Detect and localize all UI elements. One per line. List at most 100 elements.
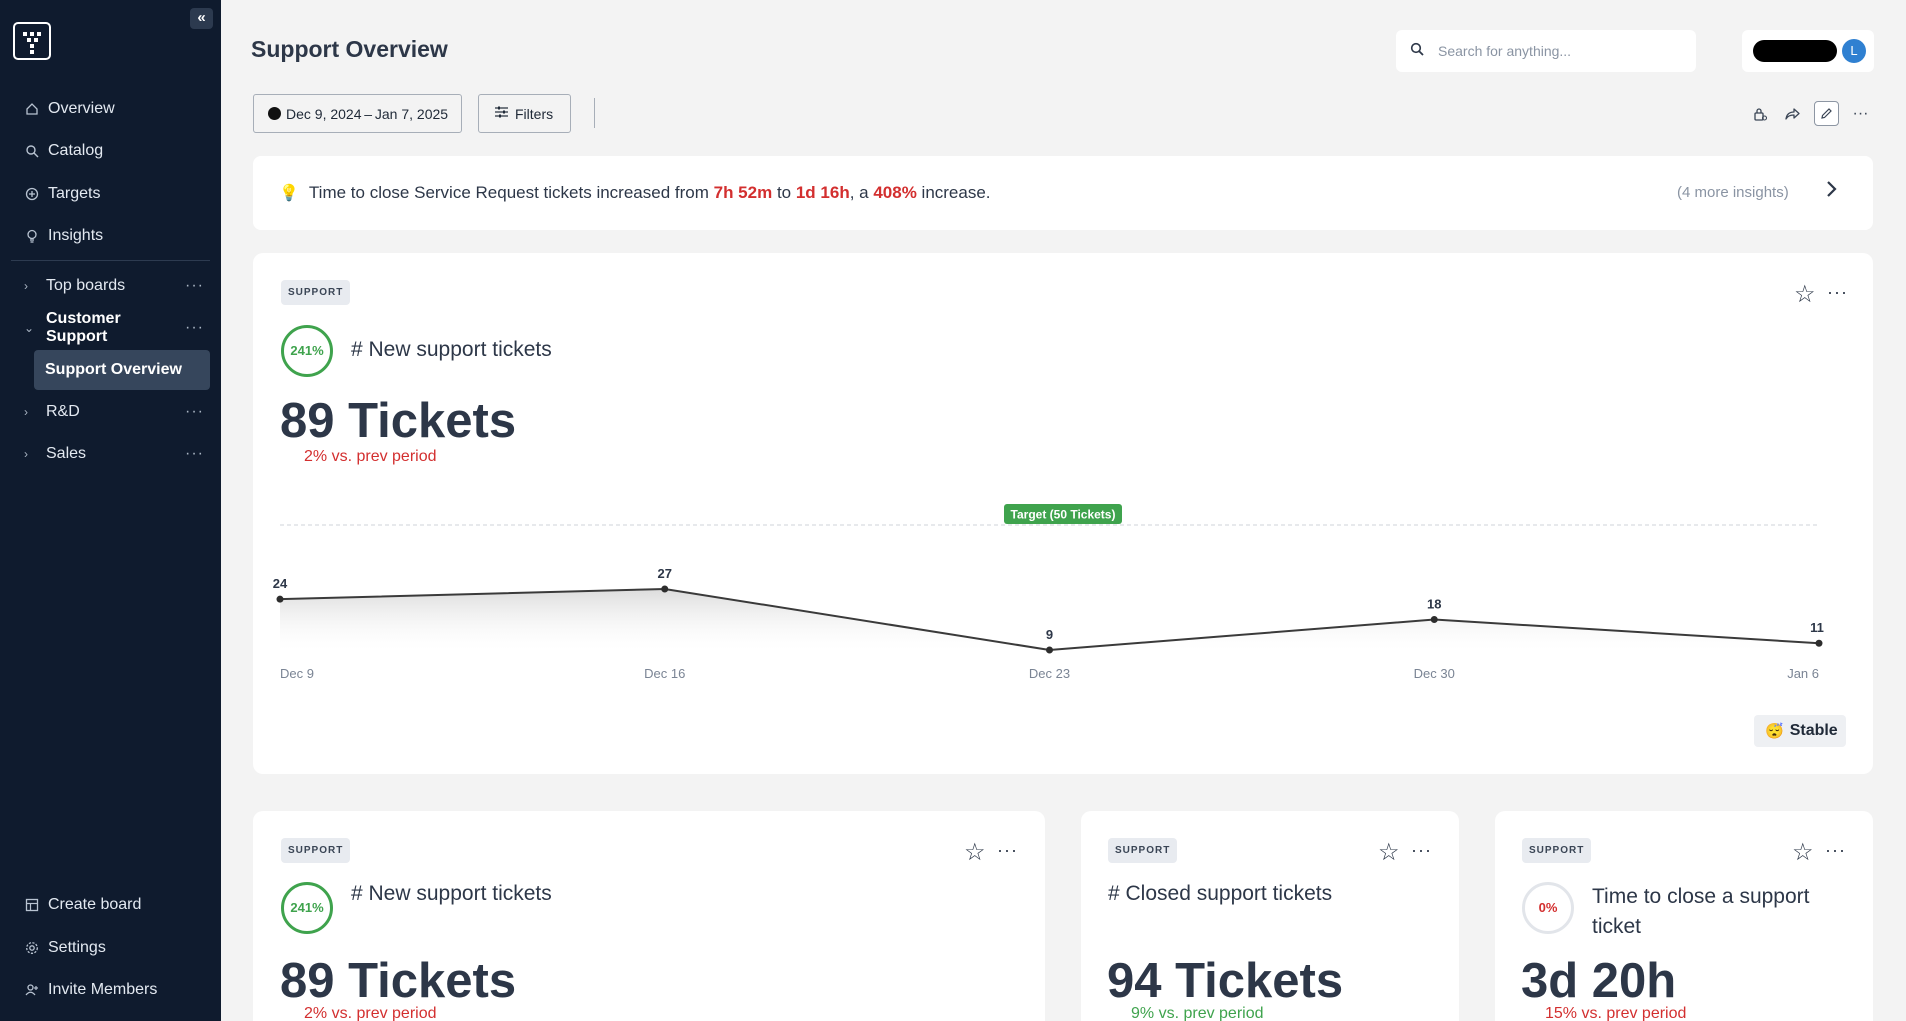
metric-value: 89 Tickets — [280, 954, 517, 1008]
metric-card-closed-tickets[interactable]: SUPPORT ☆ ··· # Closed support tickets 9… — [1081, 811, 1459, 1021]
more-options-icon[interactable]: ··· — [1848, 101, 1873, 126]
insight-text-part: Time to close Service Request tickets in… — [308, 183, 714, 202]
lock-share-icon[interactable] — [1747, 101, 1772, 126]
user-name-redacted — [1753, 40, 1837, 62]
insight-text: Time to close Service Request tickets in… — [309, 183, 991, 203]
sidebar-divider — [11, 260, 210, 261]
more-options-icon[interactable]: ··· — [997, 840, 1018, 861]
sidebar-group-label: Top boards — [46, 277, 126, 294]
more-options-icon[interactable]: ··· — [1825, 840, 1846, 861]
x-tick-label: Dec 16 — [644, 666, 685, 681]
chevron-right-icon: › — [24, 405, 28, 419]
x-tick-label: Jan 6 — [1787, 666, 1819, 681]
sidebar-item-targets[interactable]: Targets — [24, 182, 100, 206]
more-options-icon[interactable]: ··· — [1411, 840, 1432, 861]
edit-icon[interactable] — [1814, 101, 1839, 126]
metric-value: 94 Tickets — [1107, 954, 1344, 1008]
sidebar-item-create-board[interactable]: Create board — [24, 893, 141, 917]
filters-label: Filters — [515, 105, 554, 122]
category-tag: SUPPORT — [281, 838, 351, 863]
category-tag: SUPPORT — [1522, 838, 1592, 863]
sidebar-item-label: Settings — [48, 939, 106, 956]
chevron-right-icon: › — [24, 279, 28, 293]
target-icon — [24, 186, 40, 202]
data-point — [1815, 639, 1823, 647]
metric-delta: ↗ 15% vs. prev period — [1523, 1005, 1686, 1021]
sidebar-item-label: Targets — [48, 185, 101, 202]
sidebar-item-label: Overview — [48, 100, 115, 117]
insight-text-part: , a — [849, 183, 874, 202]
sidebar-group-sales[interactable]: › Sales ··· — [24, 442, 204, 466]
arrow-up-right-icon: ↗ — [1523, 1007, 1537, 1021]
metric-delta-label: 9% vs. prev period — [1131, 1005, 1264, 1021]
user-menu[interactable]: L — [1742, 30, 1874, 72]
filters-button[interactable]: Filters — [478, 94, 571, 133]
x-tick-label: Dec 9 — [280, 666, 314, 681]
sidebar-item-insights[interactable]: Insights — [24, 224, 103, 248]
insight-banner[interactable]: 💡 Time to close Service Request tickets … — [253, 156, 1873, 230]
status-badge: 😴 Stable — [1754, 715, 1846, 747]
x-tick-label: Dec 30 — [1414, 666, 1455, 681]
sidebar-group-rnd[interactable]: › R&D ··· — [24, 400, 204, 424]
metric-name: Time to close a support ticket — [1592, 885, 1810, 938]
chevron-right-icon: › — [24, 447, 28, 461]
sidebar-item-support-overview[interactable]: Support Overview — [34, 350, 210, 390]
sleeping-face-icon: 😴 — [1765, 723, 1784, 740]
target-progress-ring: 0% — [1522, 882, 1574, 934]
date-range-button[interactable]: Dec 9, 2024 – Jan 7, 2025 — [253, 94, 462, 133]
sidebar-group-customer-support[interactable]: ⌄ Customer Support ··· — [24, 310, 204, 345]
metric-card-main[interactable]: SUPPORT ☆ ··· 241% # New support tickets… — [253, 253, 1873, 774]
insight-percent: 408% — [873, 183, 917, 202]
star-icon[interactable]: ☆ — [964, 838, 986, 867]
metric-delta: ↗ 9% vs. prev period — [1109, 1005, 1264, 1021]
metric-name: # Closed support tickets — [1108, 882, 1333, 905]
search-bar[interactable] — [1396, 30, 1696, 72]
data-point — [1046, 646, 1053, 654]
data-label: 11 — [1810, 620, 1824, 635]
metric-delta: ↗ 2% vs. prev period — [282, 1005, 437, 1021]
toolbar-divider — [594, 98, 595, 128]
sliders-icon — [495, 106, 508, 121]
sidebar-item-catalog[interactable]: Catalog — [24, 139, 103, 163]
x-tick-label: Dec 23 — [1029, 666, 1070, 681]
data-label: 24 — [273, 576, 288, 591]
sidebar-group-label: Sales — [46, 445, 87, 462]
chevron-right-icon[interactable] — [1826, 178, 1838, 204]
app-logo[interactable] — [13, 22, 51, 60]
target-badge-label: Target (50 Tickets) — [1011, 508, 1116, 522]
sidebar-item-label: Insights — [48, 227, 104, 244]
more-insights-link[interactable]: (4 more insights) — [1677, 184, 1789, 201]
arrow-up-right-icon: ↗ — [1109, 1007, 1123, 1021]
star-icon[interactable]: ☆ — [1792, 838, 1814, 867]
home-icon — [24, 101, 40, 117]
sidebar-item-label: Catalog — [48, 142, 104, 159]
data-label: 9 — [1046, 627, 1053, 642]
more-options-icon[interactable]: ··· — [184, 445, 204, 463]
metric-delta-label: 2% vs. prev period — [304, 1005, 437, 1021]
metric-card-new-tickets[interactable]: SUPPORT ☆ ··· 241% # New support tickets… — [253, 811, 1045, 1021]
sidebar-item-overview[interactable]: Overview — [24, 97, 115, 121]
metric-name: # New support tickets — [351, 882, 552, 905]
metric-card-time-to-close[interactable]: SUPPORT ☆ ··· 0% Time to close a support… — [1495, 811, 1873, 1021]
more-options-icon[interactable]: ··· — [184, 319, 204, 337]
chevron-down-icon: ⌄ — [24, 321, 35, 335]
search-icon — [24, 143, 40, 159]
lightbulb-icon — [24, 228, 40, 244]
sidebar-item-settings[interactable]: Settings — [24, 936, 106, 960]
data-point — [1430, 616, 1438, 623]
avatar[interactable]: L — [1842, 39, 1866, 63]
search-input[interactable] — [1438, 43, 1668, 59]
metric-value: 3d 20h — [1521, 954, 1677, 1008]
star-icon[interactable]: ☆ — [1378, 838, 1400, 867]
chevrons-left-icon[interactable]: « — [190, 8, 213, 29]
more-options-icon[interactable]: ··· — [184, 403, 204, 421]
page-title: Support Overview — [251, 36, 448, 62]
sidebar-group-top-boards[interactable]: › Top boards ··· — [24, 274, 204, 298]
more-options-icon[interactable]: ··· — [184, 277, 204, 295]
share-icon[interactable] — [1780, 101, 1805, 126]
line-chart: 24 27 9 18 11 Dec 9 Dec 16 Dec 23 Dec 30 Jan 6 Tar… — [273, 504, 1824, 681]
grid-icon — [24, 897, 40, 913]
data-point — [276, 595, 284, 603]
sidebar-item-invite-members[interactable]: Invite Members — [24, 978, 157, 1002]
search-icon — [1410, 42, 1424, 61]
